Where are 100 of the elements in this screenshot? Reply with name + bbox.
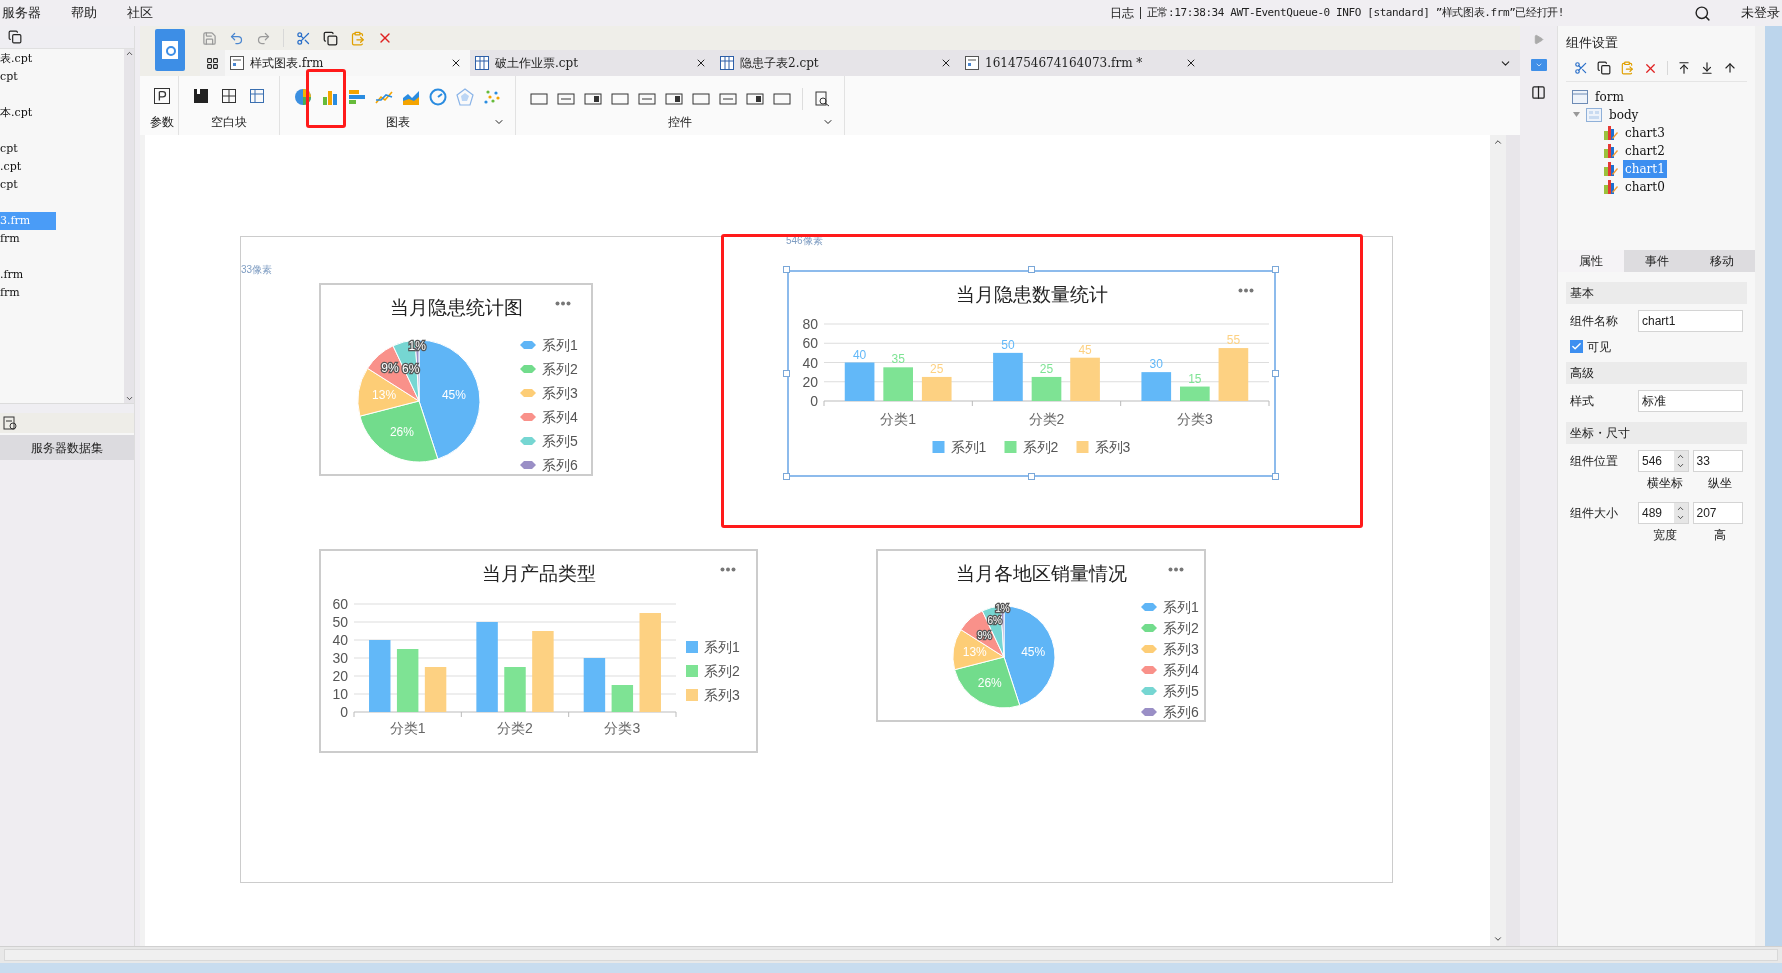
grid-block-icon[interactable] xyxy=(249,88,265,104)
legend-label: 系列5 xyxy=(1163,683,1199,699)
visible-checkbox[interactable] xyxy=(1570,340,1583,353)
chart-widget[interactable]: 当月产品类型 0 10 20 30 40 50 60 分类1 分类2 分类3 系列1 系列2 系列3 xyxy=(319,549,758,753)
scatter-chart-icon[interactable] xyxy=(483,88,501,106)
panel-tab[interactable]: 移动 xyxy=(1689,249,1755,272)
close-icon[interactable] xyxy=(695,57,707,69)
calendar-icon[interactable] xyxy=(665,91,683,107)
log-label[interactable]: 日志 xyxy=(1109,4,1134,22)
split-block-icon[interactable] xyxy=(221,88,237,104)
undo-icon[interactable] xyxy=(229,30,244,46)
close-icon[interactable] xyxy=(940,57,952,69)
expand-icon[interactable] xyxy=(1533,34,1544,45)
pie-chart-icon[interactable] xyxy=(294,88,312,106)
tree-item[interactable]: chart3 xyxy=(1623,123,1667,142)
paste-icon[interactable] xyxy=(350,30,365,46)
scroll-up-icon[interactable] xyxy=(124,49,134,58)
resize-handle[interactable] xyxy=(783,266,790,273)
close-icon[interactable] xyxy=(450,57,462,69)
filled-block-icon[interactable] xyxy=(193,88,209,104)
style-field[interactable]: 标准 xyxy=(1638,389,1743,412)
grid-icon[interactable] xyxy=(206,56,219,70)
menu-item[interactable]: 帮助 xyxy=(71,3,97,23)
resize-handle[interactable] xyxy=(783,369,790,377)
preview-icon[interactable] xyxy=(814,91,830,107)
file-item[interactable]: 本.cpt xyxy=(0,104,56,122)
spinner-arrows[interactable] xyxy=(1673,450,1688,471)
spinner-arrows[interactable] xyxy=(1673,502,1688,523)
radio-group-icon[interactable] xyxy=(746,91,764,107)
y-field[interactable]: 33 xyxy=(1692,449,1743,472)
more-icon[interactable] xyxy=(555,301,571,306)
more-icon[interactable] xyxy=(1238,288,1254,293)
more-icon[interactable] xyxy=(720,567,736,572)
file-item[interactable]: .cpt xyxy=(0,158,56,176)
expand-arrow-icon[interactable] xyxy=(1572,110,1581,119)
dropdown-icon[interactable] xyxy=(611,91,629,107)
resize-handle[interactable] xyxy=(1272,369,1279,377)
list-icon[interactable] xyxy=(719,91,737,107)
scroll-down-icon[interactable] xyxy=(124,394,134,403)
close-icon[interactable] xyxy=(1185,57,1197,69)
checkbox-group-icon[interactable] xyxy=(773,91,791,107)
document-tab[interactable]: 样式图表.frm xyxy=(225,50,470,76)
scroll-up-icon[interactable] xyxy=(1493,137,1503,147)
file-item[interactable]: 表.cpt xyxy=(0,50,56,68)
tree-item[interactable]: form xyxy=(1593,87,1626,106)
height-field[interactable]: 207 xyxy=(1692,501,1743,524)
tree-item[interactable]: body xyxy=(1607,105,1641,124)
bar-chart-icon[interactable] xyxy=(321,88,339,106)
label-icon[interactable] xyxy=(557,91,575,107)
file-item[interactable]: frm xyxy=(0,284,56,302)
file-item[interactable]: .frm xyxy=(0,266,56,284)
menu-item[interactable]: 服务器 xyxy=(2,3,41,23)
number-field-icon[interactable] xyxy=(692,91,710,107)
chart-widget-icon xyxy=(1604,143,1618,158)
copy-icon[interactable] xyxy=(1597,61,1611,75)
scroll-down-icon[interactable] xyxy=(1493,934,1503,944)
radar-chart-icon[interactable] xyxy=(456,88,474,106)
layout-panel-icon[interactable] xyxy=(1531,85,1546,100)
more-icon[interactable] xyxy=(1168,567,1184,572)
gauge-icon[interactable] xyxy=(429,88,447,106)
copy-icon[interactable] xyxy=(8,30,22,44)
redo-icon[interactable] xyxy=(256,30,271,46)
panel-tab[interactable]: 属性 xyxy=(1558,249,1624,272)
move-up-icon[interactable] xyxy=(1723,61,1737,75)
dataset-tab[interactable]: 服务器数据集 xyxy=(0,435,134,460)
file-item[interactable]: cpt xyxy=(0,140,56,158)
move-bottom-icon[interactable] xyxy=(1700,61,1714,75)
name-field[interactable]: chart1 xyxy=(1638,309,1743,332)
parameter-icon[interactable] xyxy=(154,88,170,104)
user-login[interactable]: 未登录 xyxy=(1741,3,1780,23)
tree-item[interactable]: chart0 xyxy=(1623,177,1667,196)
save-icon[interactable] xyxy=(202,30,217,46)
chart-title: 当月产品类型 xyxy=(481,561,596,586)
paste-icon[interactable] xyxy=(1620,61,1634,75)
x-field[interactable]: 546 xyxy=(1638,449,1689,472)
chart-widget[interactable]: 当月隐患数量统计 0 20 40 60 80 分类1 分类2 分类3 40 35 25 50 25 45 30 15 55 系列1 系列2 系列3 xyxy=(787,270,1276,477)
move-top-icon[interactable] xyxy=(1677,61,1691,75)
panel-tab[interactable]: 事件 xyxy=(1623,249,1690,272)
search-icon[interactable] xyxy=(1694,4,1711,22)
report-icon[interactable] xyxy=(155,29,185,71)
dataset-icon[interactable] xyxy=(3,416,17,430)
width-field[interactable]: 489 xyxy=(1638,501,1689,524)
text-box-icon[interactable] xyxy=(530,91,548,107)
resize-handle[interactable] xyxy=(1027,473,1035,480)
resize-handle[interactable] xyxy=(1027,266,1035,273)
horizontal-bar-icon[interactable] xyxy=(348,88,366,106)
resize-handle[interactable] xyxy=(1272,473,1279,480)
copy-icon[interactable] xyxy=(323,30,338,46)
file-item[interactable]: cpt xyxy=(0,68,56,86)
tree-item[interactable]: chart2 xyxy=(1623,141,1667,160)
file-item[interactable]: frm xyxy=(0,230,56,248)
cut-icon[interactable] xyxy=(1574,61,1588,75)
date-field-icon[interactable] xyxy=(638,91,656,107)
cut-icon[interactable] xyxy=(296,30,311,46)
menu-item[interactable]: 社区 xyxy=(127,3,153,23)
text-area-icon[interactable] xyxy=(584,91,602,107)
file-item[interactable]: cpt xyxy=(0,176,56,194)
component-panel-icon[interactable] xyxy=(1530,59,1547,71)
resize-handle[interactable] xyxy=(783,473,790,480)
resize-handle[interactable] xyxy=(1272,266,1279,273)
